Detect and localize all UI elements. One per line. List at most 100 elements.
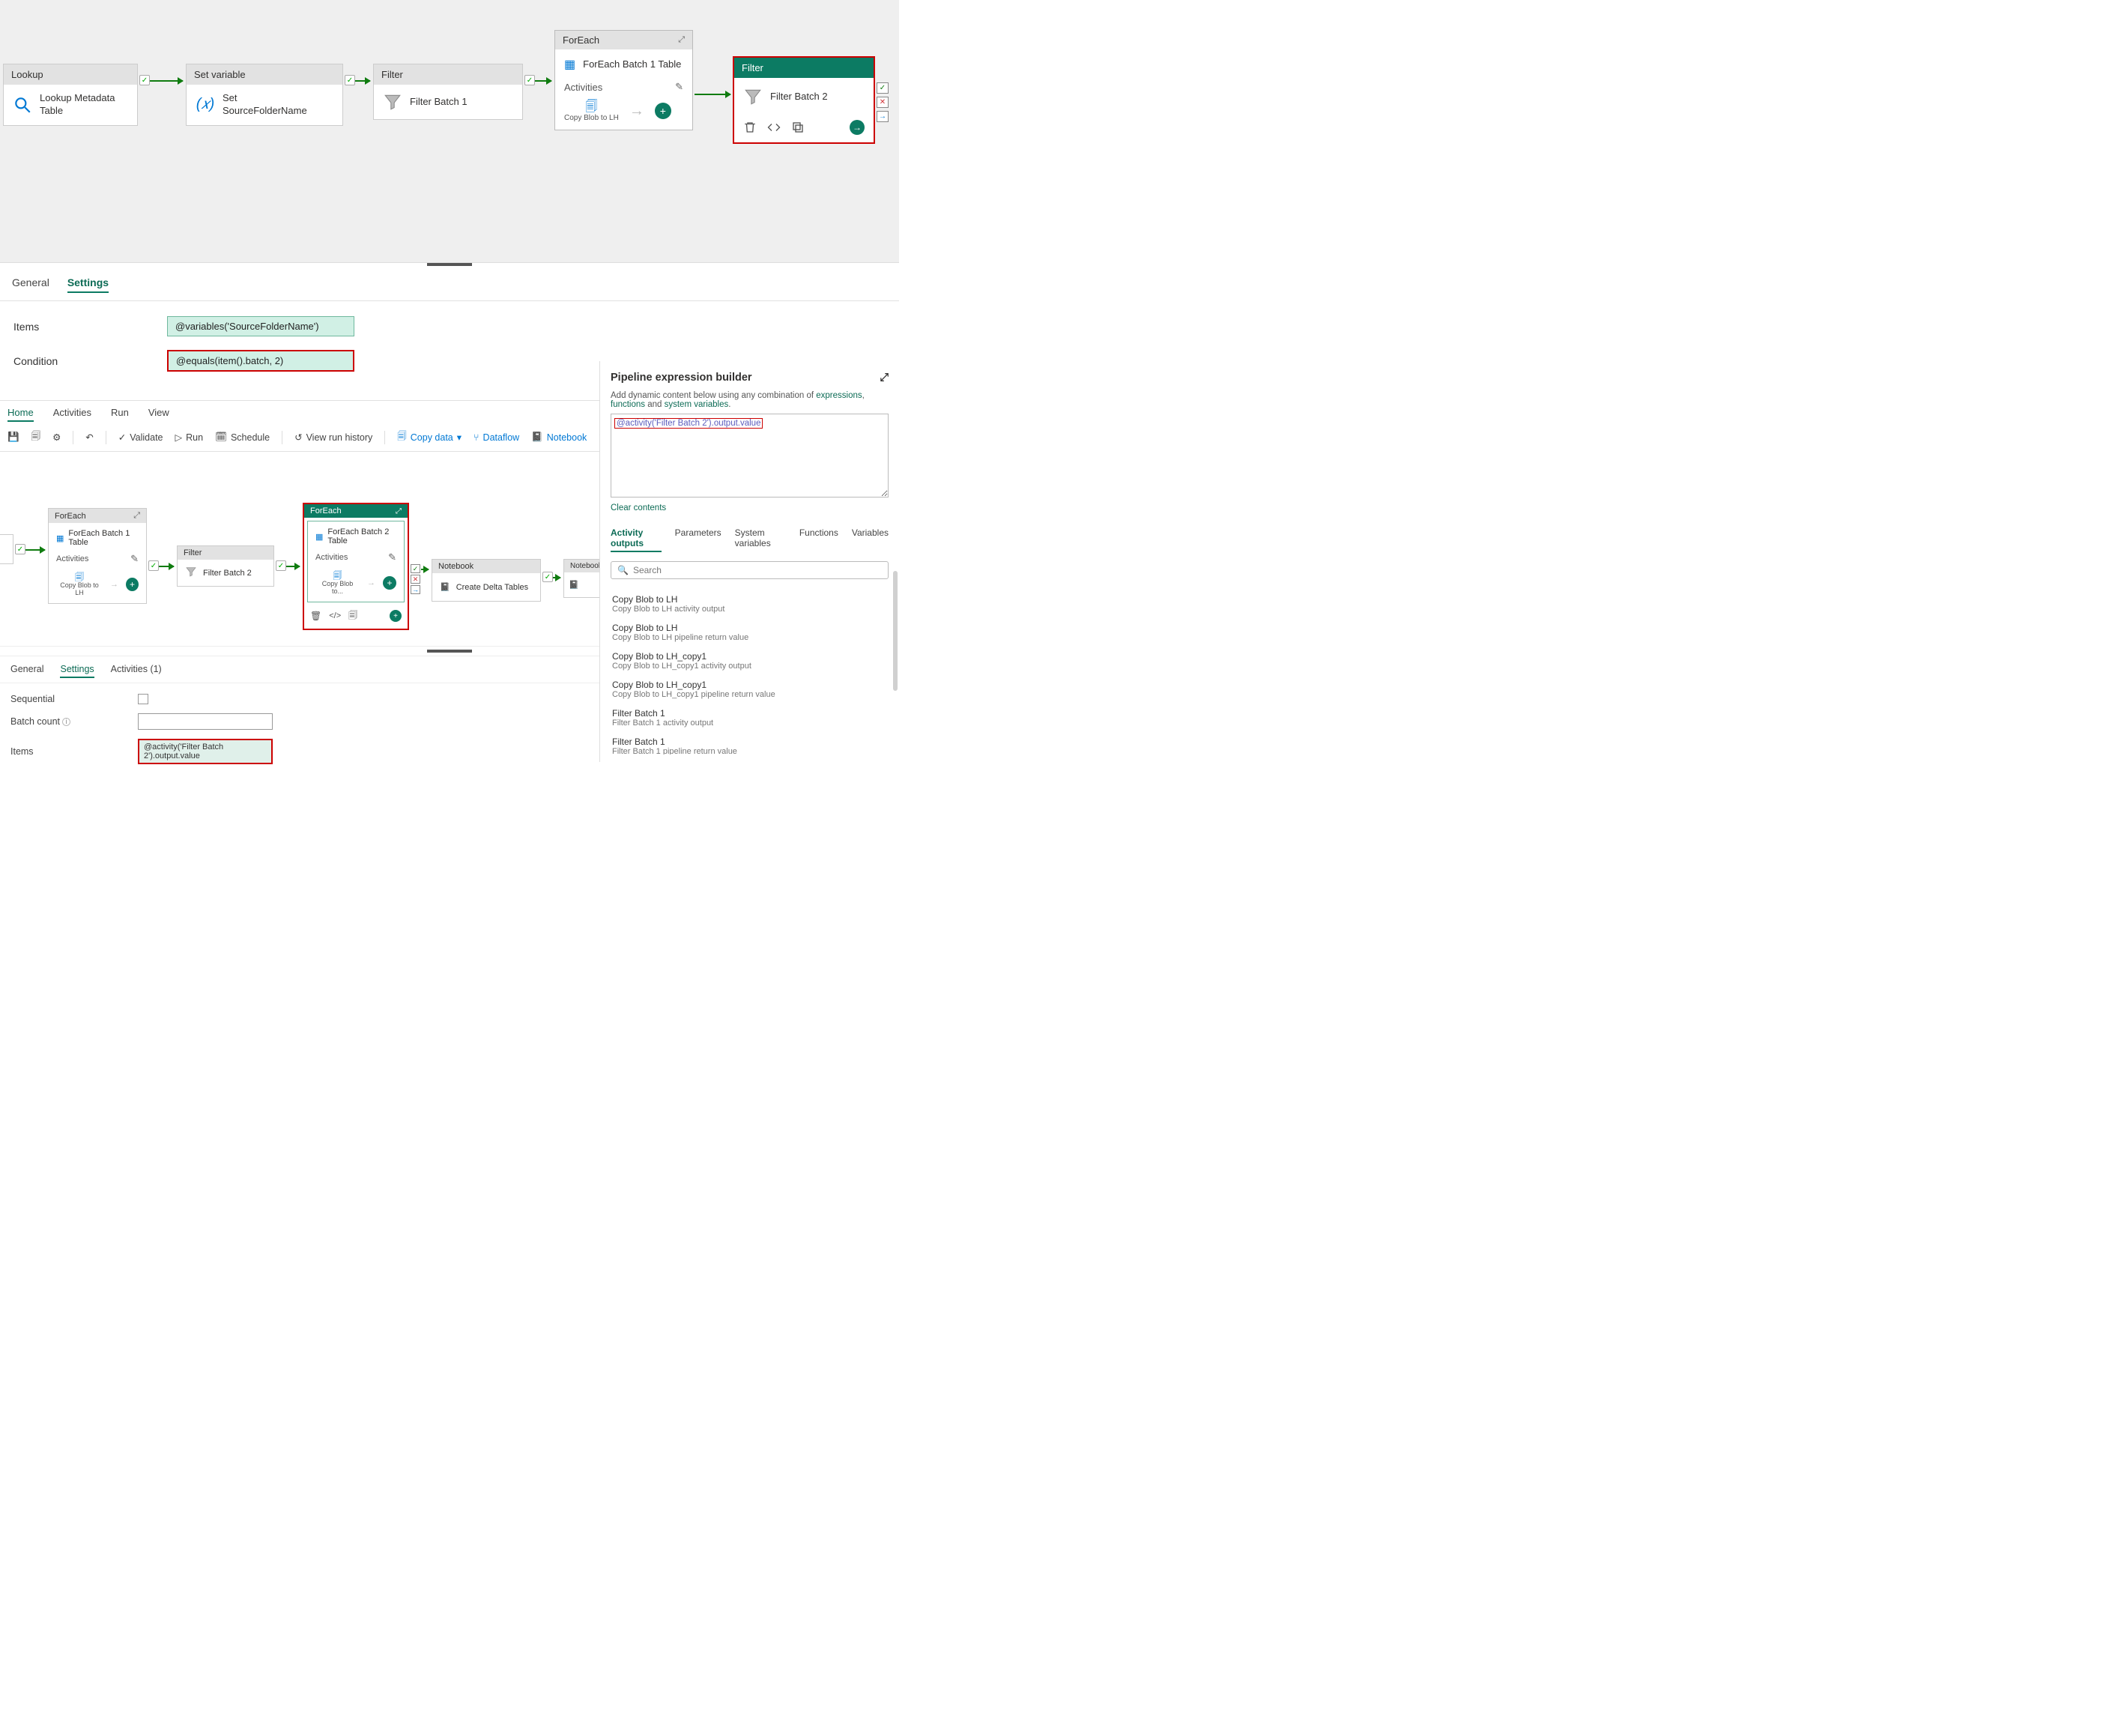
undo-icon[interactable]: ↶	[85, 432, 93, 443]
go-icon[interactable]: →	[850, 120, 865, 135]
add-activity-button[interactable]: +	[655, 103, 671, 119]
code-icon[interactable]: </>	[329, 611, 341, 620]
activity-notebook-2[interactable]: Notebook 📓	[563, 559, 601, 598]
collapse-icon[interactable]: ⤢	[133, 511, 140, 521]
notebook-icon: 📓	[440, 582, 450, 592]
success-port[interactable]: ✓	[345, 75, 355, 85]
completion-port[interactable]: →	[411, 585, 420, 594]
go-icon[interactable]: +	[390, 610, 402, 622]
inner-activity-copy[interactable]: 🗐 Copy Blob to...	[315, 571, 360, 596]
collapse-icon[interactable]: ⤢	[678, 35, 685, 45]
drag-handle[interactable]	[427, 650, 472, 653]
success-port[interactable]: ✓	[139, 75, 150, 85]
validate-button[interactable]: ✓ Validate	[118, 432, 163, 443]
failure-port[interactable]: ✕	[411, 575, 420, 584]
expression-textarea[interactable]: @activity('Filter Batch 2').output.value	[611, 414, 889, 497]
condition-value[interactable]: @equals(item().batch, 2)	[167, 350, 354, 372]
activities-label: Activities	[564, 82, 602, 93]
activity-lookup[interactable]: Lookup Lookup Metadata Table	[3, 64, 138, 126]
subtab-parameters[interactable]: Parameters	[675, 527, 721, 552]
activity-filter-mini[interactable]: Filter Filter Batch 2	[177, 545, 274, 587]
run-button[interactable]: ▷ Run	[175, 432, 204, 443]
activity-foreach-1[interactable]: ForEach ⤢ ▦ ForEach Batch 1 Table Activi…	[554, 30, 693, 130]
info-icon[interactable]: i	[62, 718, 70, 726]
history-button[interactable]: ↺ View run history	[294, 432, 372, 443]
activity-header: ForEach	[563, 34, 599, 46]
save-icon[interactable]: 💾	[7, 432, 19, 443]
completion-port[interactable]: →	[877, 111, 889, 122]
success-port[interactable]: ✓	[15, 544, 25, 554]
items-expression[interactable]: @activity('Filter Batch 2').output.value	[138, 739, 273, 764]
add-activity-button[interactable]: +	[383, 576, 396, 590]
clear-contents-link[interactable]: Clear contents	[611, 503, 666, 512]
foreach-icon: ▦	[564, 57, 575, 72]
activity-filter-2-selected[interactable]: Filter Filter Batch 2 →	[733, 56, 875, 144]
tab3-settings[interactable]: Settings	[60, 664, 94, 678]
settings-icon[interactable]: ⚙	[52, 432, 61, 443]
list-item[interactable]: Copy Blob to LH_copy1Copy Blob to LH_cop…	[611, 647, 881, 675]
sequential-checkbox[interactable]	[138, 694, 148, 704]
success-port[interactable]: ✓	[276, 560, 286, 571]
menu-view[interactable]: View	[148, 407, 169, 422]
list-item[interactable]: Filter Batch 1Filter Batch 1 activity ou…	[611, 704, 881, 732]
drag-handle[interactable]	[427, 263, 472, 266]
delete-icon[interactable]: 🗑	[310, 611, 321, 621]
subtab-system-variables[interactable]: System variables	[735, 527, 786, 552]
scrollbar[interactable]	[893, 571, 898, 691]
edit-icon[interactable]: ✎	[388, 551, 396, 563]
activity-foreach-mini-2-selected[interactable]: ForEach ⤢ ▦ ForEach Batch 2 Table Activi…	[303, 503, 409, 630]
inner-activity-copy[interactable]: 🗐 Copy Blob to LH	[564, 100, 619, 122]
list-item[interactable]: Copy Blob to LHCopy Blob to LH activity …	[611, 590, 881, 618]
subtab-activity-outputs[interactable]: Activity outputs	[611, 527, 662, 552]
link-system-variables[interactable]: system variables	[665, 400, 729, 409]
subtab-functions[interactable]: Functions	[799, 527, 838, 552]
pipeline-canvas-1[interactable]: Lookup Lookup Metadata Table ✓ Set varia…	[0, 0, 899, 262]
activity-label: SetSourceFolderName	[223, 92, 307, 118]
failure-port[interactable]: ✕	[877, 97, 889, 108]
delete-icon[interactable]	[743, 121, 757, 134]
menu-home[interactable]: Home	[7, 407, 34, 422]
list-item[interactable]: Copy Blob to LH_copy1Copy Blob to LH_cop…	[611, 675, 881, 704]
discard-icon[interactable]: 🗐	[31, 429, 41, 445]
edit-icon[interactable]: ✎	[675, 81, 683, 93]
connector-arrow	[421, 569, 429, 570]
copy-icon[interactable]: 🗐	[348, 608, 357, 624]
tab3-general[interactable]: General	[10, 664, 43, 678]
link-expressions[interactable]: expressions	[816, 391, 862, 400]
output-ports: ✓ ✕ →	[411, 564, 420, 594]
batch-count-input[interactable]	[138, 713, 273, 730]
copy-data-button[interactable]: 🗐 Copy data ▾	[397, 429, 462, 445]
menu-activities[interactable]: Activities	[53, 407, 91, 422]
add-activity-button[interactable]: +	[126, 578, 139, 591]
expression-builder-panel: Pipeline expression builder ⤢ Add dynami…	[599, 361, 899, 762]
activity-foreach-mini-1[interactable]: ForEach ⤢ ▦ ForEach Batch 1 Table Activi…	[48, 508, 147, 604]
dataflow-button[interactable]: ⑂ Dataflow	[473, 432, 519, 443]
activity-set-variable[interactable]: Set variable (𝑥) SetSourceFolderName	[186, 64, 343, 126]
code-icon[interactable]	[767, 121, 781, 134]
tab-general[interactable]: General	[12, 276, 49, 293]
collapse-icon[interactable]: ⤢	[396, 507, 402, 515]
activity-filter-1[interactable]: Filter Filter Batch 1	[373, 64, 523, 120]
tab3-activities[interactable]: Activities (1)	[111, 664, 162, 678]
subtab-variables[interactable]: Variables	[852, 527, 889, 552]
list-item[interactable]: Copy Blob to LHCopy Blob to LH pipeline …	[611, 618, 881, 647]
notebook-button[interactable]: 📓 Notebook	[531, 432, 587, 443]
items-value[interactable]: @variables('SourceFolderName')	[167, 316, 354, 336]
schedule-button[interactable]: 🗓 Schedule	[215, 432, 270, 443]
success-port[interactable]: ✓	[877, 82, 889, 94]
link-functions[interactable]: functions	[611, 400, 645, 409]
success-port[interactable]: ✓	[542, 572, 553, 582]
menu-run[interactable]: Run	[111, 407, 129, 422]
expand-icon[interactable]: ⤢	[880, 372, 889, 384]
activity-outputs-list: Copy Blob to LHCopy Blob to LH activity …	[611, 590, 889, 754]
list-item[interactable]: Filter Batch 1Filter Batch 1 pipeline re…	[611, 732, 881, 754]
copy-icon[interactable]	[791, 121, 805, 134]
success-port[interactable]: ✓	[148, 560, 159, 571]
tab-settings[interactable]: Settings	[67, 276, 109, 293]
edit-icon[interactable]: ✎	[130, 553, 139, 565]
inner-activity-copy[interactable]: 🗐 Copy Blob to LH	[56, 572, 103, 597]
search-input[interactable]: 🔍 Search	[611, 561, 889, 579]
success-port[interactable]: ✓	[524, 75, 535, 85]
activity-notebook-1[interactable]: Notebook 📓 Create Delta Tables	[432, 559, 541, 602]
success-port[interactable]: ✓	[411, 564, 420, 573]
